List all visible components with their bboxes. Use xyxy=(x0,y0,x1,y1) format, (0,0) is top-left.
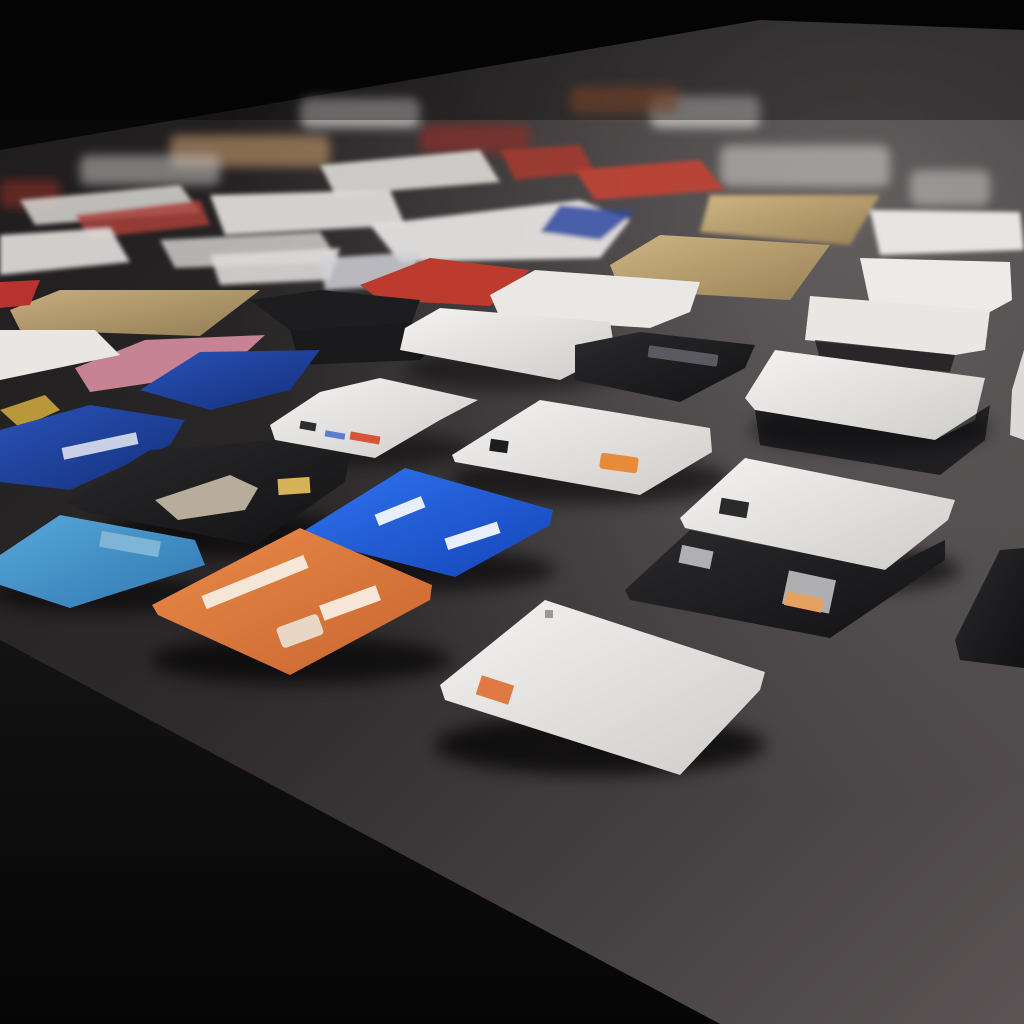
card-chip-mark xyxy=(489,438,509,454)
cards-on-table-illustration xyxy=(0,0,1024,1024)
card-chip-gold xyxy=(277,476,311,496)
far-card-white xyxy=(720,145,890,187)
mid-card-white xyxy=(870,210,1024,255)
photo-scene xyxy=(0,0,1024,1024)
far-card-white xyxy=(910,170,990,206)
card-corner-mark xyxy=(545,610,553,618)
far-card-white xyxy=(80,155,220,185)
top-vignette xyxy=(0,0,1024,120)
far-card-red xyxy=(420,125,530,153)
